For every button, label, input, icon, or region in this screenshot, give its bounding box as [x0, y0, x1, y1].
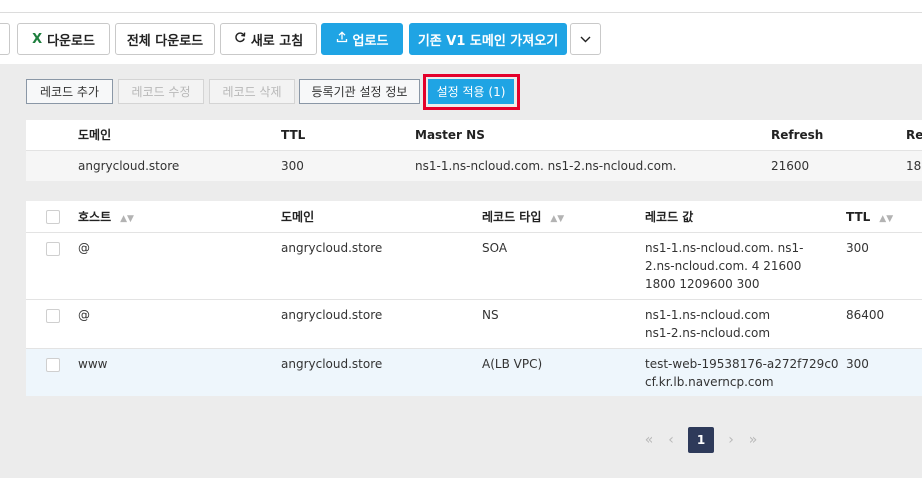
soa-refresh: 21600: [771, 159, 810, 173]
add-record-button[interactable]: 레코드 추가: [26, 79, 113, 104]
upload-button[interactable]: 업로드: [321, 23, 403, 55]
sort-icon: ▲▼: [879, 214, 894, 224]
delete-record-button[interactable]: 레코드 삭제: [209, 79, 295, 104]
soa-retry: 180: [906, 159, 922, 173]
table-row[interactable]: www angrycloud.store A(LB VPC) test-web-…: [26, 349, 922, 396]
row-value: ns1-1.ns-ncloud.com ns1-2.ns-ncloud.com: [645, 308, 771, 340]
soa-ttl: 300: [281, 159, 304, 173]
table-row[interactable]: @ angrycloud.store SOA ns1-1.ns-ncloud.c…: [26, 233, 922, 300]
highlight-box: [423, 74, 520, 110]
row-value: test-web-19538176-a272f729c0cf.kr.lb.nav…: [645, 357, 839, 389]
header-record-value: 레코드 값: [645, 210, 694, 224]
row-checkbox[interactable]: [46, 358, 60, 372]
upload-icon: [336, 31, 348, 47]
partial-button[interactable]: [0, 23, 10, 55]
records-table: 호스트 ▲▼ 도메인 레코드 타입 ▲▼ 레코드 값 TTL ▲▼ @ angrycl…: [26, 201, 922, 396]
refresh-icon: [234, 31, 246, 47]
top-divider: [0, 12, 922, 13]
header-domain: 도메인: [281, 210, 315, 224]
pagination: « ‹ 1 › »: [640, 427, 770, 453]
upload-label: 업로드: [352, 33, 389, 49]
row-type: A(LB VPC): [482, 357, 543, 371]
row-domain: angrycloud.store: [281, 357, 383, 371]
soa-table: 도메인 TTL Master NS Refresh Ret angrycloud…: [26, 120, 922, 181]
sort-icon: ▲▼: [550, 214, 565, 224]
header-host-label: 호스트: [78, 210, 112, 224]
first-page-icon[interactable]: «: [640, 427, 658, 453]
header-ttl-label: TTL: [846, 210, 871, 224]
download-label: 다운로드: [47, 33, 95, 49]
refresh-button[interactable]: 새로 고침: [220, 23, 317, 55]
more-dropdown-button[interactable]: [570, 23, 601, 55]
records-table-header: 호스트 ▲▼ 도메인 레코드 타입 ▲▼ 레코드 값 TTL ▲▼: [26, 201, 922, 233]
soa-header-retry: Ret: [906, 128, 922, 142]
soa-header-ttl: TTL: [281, 128, 306, 142]
edit-record-button[interactable]: 레코드 수정: [118, 79, 204, 104]
row-type: SOA: [482, 241, 508, 255]
header-host[interactable]: 호스트 ▲▼: [78, 208, 134, 228]
registrar-info-button[interactable]: 등록기관 설정 정보: [299, 79, 420, 104]
soa-table-header: 도메인 TTL Master NS Refresh Ret: [26, 120, 922, 151]
row-ttl: 300: [846, 357, 869, 371]
soa-header-refresh: Refresh: [771, 128, 824, 142]
row-domain: angrycloud.store: [281, 241, 383, 255]
row-checkbox[interactable]: [46, 309, 60, 323]
row-host: @: [78, 308, 90, 322]
sort-icon: ▲▼: [120, 214, 134, 224]
row-checkbox[interactable]: [46, 242, 60, 256]
last-page-icon[interactable]: »: [744, 427, 762, 453]
toolbar: X 다운로드 전체 다운로드 새로 고침 업로드 기존 V1 도메인 가져오기: [0, 23, 922, 55]
import-v1-button[interactable]: 기존 V1 도메인 가져오기: [409, 23, 567, 55]
header-ttl[interactable]: TTL ▲▼: [846, 208, 893, 228]
download-all-button[interactable]: 전체 다운로드: [115, 23, 215, 55]
soa-header-domain: 도메인: [78, 128, 112, 142]
row-host: www: [78, 357, 108, 371]
prev-page-icon[interactable]: ‹: [664, 427, 678, 453]
row-ttl: 300: [846, 241, 869, 255]
soa-header-master-ns: Master NS: [415, 128, 485, 142]
excel-icon: X: [32, 31, 43, 47]
next-page-icon[interactable]: ›: [724, 427, 738, 453]
import-v1-label: 기존 V1 도메인 가져오기: [417, 33, 559, 49]
row-type: NS: [482, 308, 499, 322]
page-number[interactable]: 1: [688, 427, 714, 453]
row-host: @: [78, 241, 90, 255]
soa-master-ns: ns1-1.ns-ncloud.com. ns1-2.ns-ncloud.com…: [415, 159, 677, 173]
header-record-type-label: 레코드 타입: [482, 210, 542, 224]
header-record-type[interactable]: 레코드 타입 ▲▼: [482, 208, 564, 228]
download-all-label: 전체 다운로드: [126, 33, 204, 49]
chevron-down-icon: [580, 32, 591, 47]
row-ttl: 86400: [846, 308, 885, 322]
download-button[interactable]: X 다운로드: [17, 23, 110, 55]
table-row[interactable]: @ angrycloud.store NS ns1-1.ns-ncloud.co…: [26, 300, 922, 349]
row-value: ns1-1.ns-ncloud.com. ns1-2.ns-ncloud.com…: [645, 241, 804, 291]
select-all-checkbox[interactable]: [46, 210, 60, 224]
refresh-label: 새로 고침: [250, 33, 304, 49]
row-domain: angrycloud.store: [281, 308, 383, 322]
soa-domain: angrycloud.store: [78, 159, 180, 173]
soa-table-row: angrycloud.store 300 ns1-1.ns-ncloud.com…: [26, 151, 922, 181]
